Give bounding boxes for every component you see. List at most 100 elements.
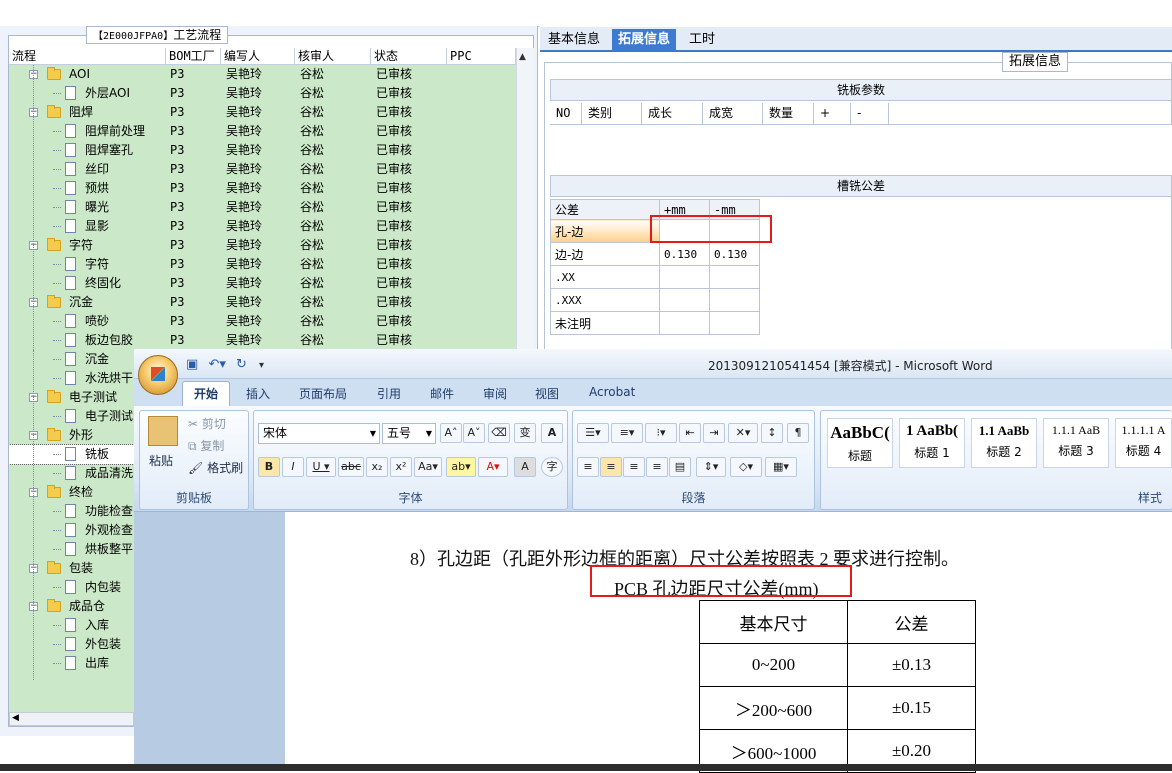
tree-horizontal-scrollbar[interactable]: ◀	[9, 712, 134, 726]
tolerance-minus-cell[interactable]: 0.130	[709, 242, 760, 266]
highlight-color-icon[interactable]: ab▾	[446, 457, 476, 477]
doc-table-header[interactable]: 公差	[847, 600, 976, 644]
tolerance-plus-cell[interactable]	[659, 311, 710, 335]
tree-item-row[interactable]: 出库	[9, 654, 134, 673]
paste-button[interactable]: 粘贴	[149, 452, 173, 469]
scroll-up-arrow-icon[interactable]: ▲	[519, 52, 526, 62]
style-heading-1[interactable]: 1 AaBb(标题 1	[899, 418, 965, 468]
tolerance-plus-cell[interactable]	[659, 265, 710, 289]
style-title[interactable]: AaBbC(标题	[827, 418, 893, 468]
remove-row-button[interactable]: -	[851, 103, 889, 125]
strikethrough-icon[interactable]: abc	[338, 457, 364, 477]
tree-item-row[interactable]: 阻焊前处理 P3 吴艳玲 谷松 已审核	[9, 122, 516, 141]
tree-item-row[interactable]: 功能检查	[9, 502, 134, 521]
copy-button[interactable]: ⧉ 复制	[188, 437, 224, 454]
scroll-left-arrow-icon[interactable]: ◀	[12, 713, 19, 723]
ribbon-tab-home[interactable]: 开始	[194, 385, 218, 402]
char-border-icon[interactable]: A	[541, 423, 563, 443]
ribbon-tab-acrobat[interactable]: Acrobat	[589, 385, 635, 399]
tree-item-row[interactable]: 水洗烘干	[9, 369, 134, 388]
tree-item-row[interactable]: 外层AOI P3 吴艳玲 谷松 已审核	[9, 84, 516, 103]
tolerance-minus-cell[interactable]	[709, 311, 760, 335]
tree-item-row[interactable]: 内包装	[9, 578, 134, 597]
redo-icon[interactable]: ↻	[236, 357, 247, 372]
tolerance-plus-cell[interactable]	[659, 288, 710, 312]
col-process[interactable]: 流程	[9, 48, 166, 65]
borders-icon[interactable]: ▦▾	[765, 457, 797, 477]
tolerance-row-label[interactable]: .XX	[550, 265, 660, 289]
tree-item-row[interactable]: 预烘 P3 吴艳玲 谷松 已审核	[9, 179, 516, 198]
char-shading-icon[interactable]: A	[514, 457, 536, 477]
justify-icon[interactable]: ≡	[646, 457, 668, 477]
line-spacing-icon[interactable]: ⇕▾	[696, 457, 726, 477]
multilevel-list-icon[interactable]: ⁝▾	[645, 423, 677, 443]
col-length[interactable]: 成长(mm)	[642, 103, 703, 141]
tab-basic-info[interactable]: 基本信息	[542, 29, 606, 51]
milling-params-grid[interactable]	[550, 125, 1172, 175]
tree-folder-row[interactable]: − AOI P3 吴艳玲 谷松 已审核	[9, 65, 516, 84]
tree-folder-row[interactable]: − 成品仓	[9, 597, 134, 616]
tree-item-row[interactable]: 板边包胶 P3 吴艳玲 谷松 已审核	[9, 331, 516, 350]
add-row-button[interactable]: +	[814, 103, 851, 125]
save-icon[interactable]: ▣	[186, 357, 198, 372]
tree-item-row[interactable]: 铣板	[9, 444, 134, 465]
tree-folder-row[interactable]: − 包装	[9, 559, 134, 578]
tree-folder-row[interactable]: − 阻焊 P3 吴艳玲 谷松 已审核	[9, 103, 516, 122]
tolerance-row-label[interactable]: 孔-边	[550, 219, 660, 243]
col-status[interactable]: 状态	[371, 48, 447, 65]
ribbon-tab-view[interactable]: 视图	[535, 385, 559, 402]
subscript-icon[interactable]: x₂	[366, 457, 388, 477]
enclose-char-icon[interactable]: 字	[541, 457, 563, 477]
tree-folder-row[interactable]: − 终检	[9, 483, 134, 502]
font-name-combo[interactable]: 宋体 ▼	[258, 423, 380, 444]
ribbon-tab-layout[interactable]: 页面布局	[299, 385, 347, 402]
tree-vertical-scrollbar[interactable]	[516, 48, 534, 350]
style-heading-4[interactable]: 1.1.1.1 A 标题 4	[1115, 418, 1172, 468]
undo-icon[interactable]: ↶▾	[208, 357, 225, 372]
tolerance-row-label[interactable]: .XXX	[550, 288, 660, 312]
tree-folder-row[interactable]: − 电子测试	[9, 388, 134, 407]
col-reviewer[interactable]: 核审人	[295, 48, 371, 65]
align-center-icon[interactable]: ≡	[600, 457, 622, 477]
ribbon-tab-insert[interactable]: 插入	[246, 385, 270, 402]
bold-icon[interactable]: B	[258, 457, 280, 477]
decrease-indent-icon[interactable]: ⇤	[679, 423, 701, 443]
ribbon-tab-references[interactable]: 引用	[377, 385, 401, 402]
doc-table-cell[interactable]: ±0.15	[847, 686, 976, 730]
col-bom[interactable]: BOM工厂	[166, 48, 221, 65]
doc-table-cell[interactable]: ＞200~600	[699, 686, 848, 730]
change-case-icon[interactable]: Aa▾	[414, 457, 442, 477]
tree-item-row[interactable]: 终固化 P3 吴艳玲 谷松 已审核	[9, 274, 516, 293]
doc-table-cell[interactable]: ±0.13	[847, 643, 976, 687]
tolerance-minus-cell[interactable]	[709, 288, 760, 312]
paste-icon[interactable]	[148, 416, 178, 446]
clear-format-icon[interactable]: ⌫	[488, 423, 510, 443]
tree-item-row[interactable]: 烘板整平	[9, 540, 134, 559]
tolerance-minus-cell[interactable]	[709, 265, 760, 289]
tree-item-row[interactable]: 喷砂 P3 吴艳玲 谷松 已审核	[9, 312, 516, 331]
show-marks-icon[interactable]: ¶	[787, 423, 809, 443]
sort-icon[interactable]: ↕	[761, 423, 783, 443]
tree-item-row[interactable]: 沉金	[9, 350, 134, 369]
col-no[interactable]: NO	[550, 103, 582, 125]
tab-extended-info[interactable]: 拓展信息	[612, 29, 677, 51]
tree-item-row[interactable]: 曝光 P3 吴艳玲 谷松 已审核	[9, 198, 516, 217]
align-left-icon[interactable]: ≡	[577, 457, 599, 477]
tab-work-hours[interactable]: 工时	[683, 29, 721, 51]
col-ppc[interactable]: PPC	[447, 48, 516, 65]
tree-item-row[interactable]: 成品清洗	[9, 464, 134, 483]
doc-table-header[interactable]: 基本尺寸	[699, 600, 848, 644]
tree-item-row[interactable]: 显影 P3 吴艳玲 谷松 已审核	[9, 217, 516, 236]
bullets-icon[interactable]: ☰▾	[577, 423, 609, 443]
customize-qat-icon[interactable]: ▾	[259, 360, 264, 371]
increase-indent-icon[interactable]: ⇥	[703, 423, 725, 443]
asian-layout-icon[interactable]: ✕▾	[728, 423, 758, 443]
underline-icon[interactable]: U ▾	[306, 457, 336, 477]
italic-icon[interactable]: I	[282, 457, 304, 477]
align-right-icon[interactable]: ≡	[623, 457, 645, 477]
col-width[interactable]: 成宽(mm)	[703, 103, 763, 141]
tree-item-row[interactable]: 外观检查	[9, 521, 134, 540]
col-category[interactable]: 类别	[582, 103, 642, 125]
format-painter-button[interactable]: 🖌 格式刷	[188, 459, 243, 476]
cut-button[interactable]: ✂ 剪切	[188, 415, 226, 432]
